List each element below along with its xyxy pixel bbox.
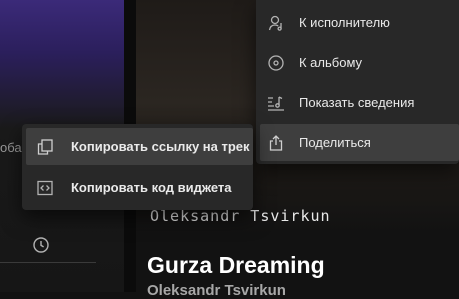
menu-item-go-to-artist[interactable]: К исполнителю xyxy=(260,4,459,41)
divider xyxy=(0,262,96,263)
menu-item-show-credits[interactable]: Показать сведения xyxy=(260,84,459,121)
menu-item-label: Поделиться xyxy=(299,135,371,150)
clock-icon xyxy=(32,236,50,254)
copy-link-icon xyxy=(35,137,55,157)
menu-item-label: К альбому xyxy=(299,55,363,70)
menu-item-label: К исполнителю xyxy=(299,15,390,30)
menu-item-label: Показать сведения xyxy=(299,95,415,110)
artist-icon xyxy=(266,13,286,33)
credits-icon xyxy=(266,93,286,113)
track-artist[interactable]: Oleksandr Tsvirkun xyxy=(147,282,286,299)
menu-item-copy-track-link[interactable]: Копировать ссылку на трек xyxy=(26,128,253,165)
menu-item-share[interactable]: Поделиться xyxy=(260,124,459,161)
track-title[interactable]: Gurza Dreaming xyxy=(147,252,325,279)
share-icon xyxy=(266,133,286,153)
context-menu: К исполнителю К альбому Показать сведени… xyxy=(256,0,459,164)
menu-item-label: Копировать код виджета xyxy=(71,180,232,195)
menu-item-label: Копировать ссылку на трек xyxy=(71,139,250,154)
menu-item-copy-embed-code[interactable]: Копировать код виджета xyxy=(26,169,253,206)
menu-item-go-to-album[interactable]: К альбому xyxy=(260,44,459,81)
library-clipped-text: оба xyxy=(0,140,22,155)
share-submenu: Копировать ссылку на трек Копировать код… xyxy=(22,124,253,210)
album-icon xyxy=(266,53,286,73)
embed-code-icon xyxy=(35,178,55,198)
